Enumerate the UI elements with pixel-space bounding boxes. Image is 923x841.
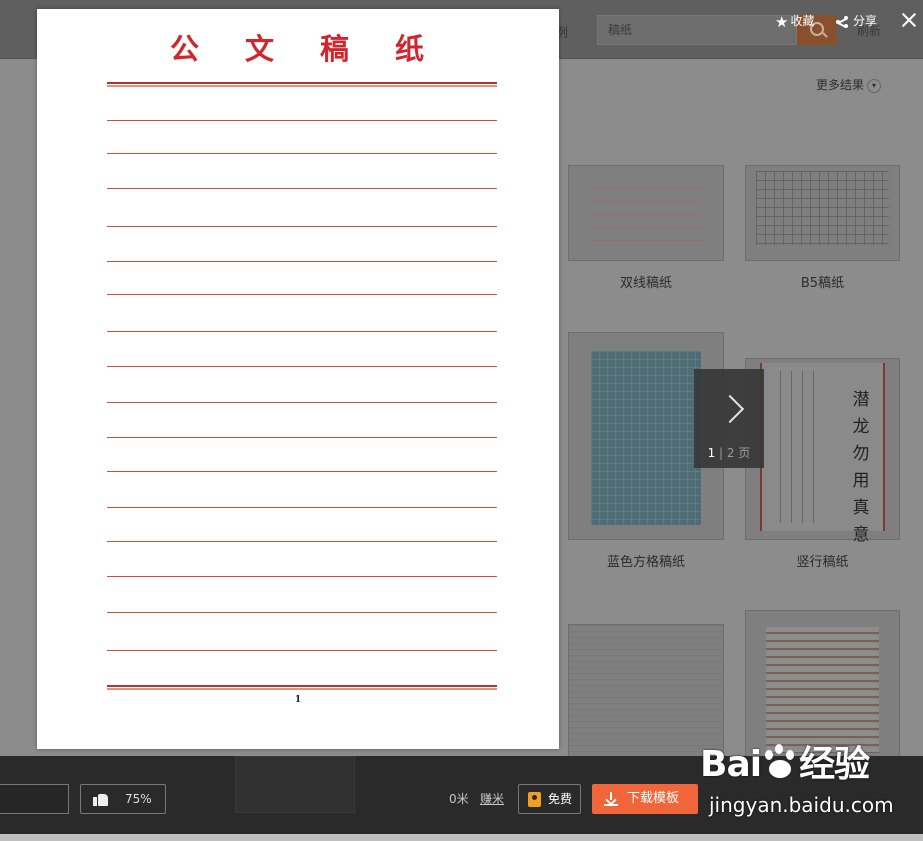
more-results-dropdown[interactable]: 更多结果 ▾ [816, 76, 882, 93]
rule-line [107, 120, 497, 121]
card-thumbnail [591, 351, 701, 525]
rule-line [107, 437, 497, 438]
close-icon[interactable] [900, 11, 918, 29]
watermark-logo: Bai 经验 [700, 744, 870, 785]
download-label: 下载模板 [627, 791, 680, 806]
card-thumbnail [756, 171, 889, 245]
favorite-label: 收藏 [790, 14, 815, 28]
rule-line [107, 188, 497, 189]
chevron-right-icon [715, 394, 745, 424]
like-button[interactable]: 75% [80, 784, 166, 814]
card-thumbnail: 潜 龙 勿 用 真 意 [760, 363, 885, 545]
rule-line [107, 576, 497, 577]
template-card[interactable] [745, 165, 900, 261]
rule-line [107, 226, 497, 227]
free-label: 免费 [548, 792, 573, 806]
background-search-input[interactable]: 稿纸 [597, 15, 797, 45]
rule-line [107, 507, 497, 508]
next-page-button[interactable]: 1 | 2 页 [694, 369, 764, 468]
card-label[interactable]: B5稿纸 [745, 272, 900, 291]
document-page-number: 1 [294, 695, 302, 705]
card-label[interactable]: 蓝色方格稿纸 [568, 551, 724, 570]
earn-rice-link[interactable]: 赚米 [480, 790, 504, 807]
thumbs-up-icon [93, 792, 109, 806]
card-label[interactable]: 竖行稿纸 [745, 551, 900, 570]
template-card[interactable]: 潜 龙 勿 用 真 意 [745, 358, 900, 545]
favorite-button[interactable]: ★ 收藏 [775, 12, 815, 31]
card-label[interactable]: 双线稿纸 [568, 272, 724, 291]
template-card[interactable] [568, 165, 724, 261]
rule-line [107, 612, 497, 613]
document-preview: 公文稿纸 1 [37, 9, 559, 749]
share-label: 分享 [853, 14, 878, 28]
rule-line [107, 82, 497, 84]
rule-line [107, 366, 497, 367]
baidu-jingyan-watermark: Bai 经验 jingyan.baidu.com [700, 735, 923, 825]
more-results-label: 更多结果 [816, 78, 865, 92]
download-template-button[interactable]: 下载模板 [592, 784, 698, 814]
calligraphy-text: 潜 龙 勿 用 真 意 [852, 390, 870, 545]
chevron-down-icon: ▾ [867, 78, 882, 93]
watermark-url: jingyan.baidu.com [709, 793, 894, 817]
share-icon [835, 15, 849, 29]
bottom-strip [0, 834, 923, 841]
rule-line [107, 650, 497, 651]
card-thumbnail [589, 176, 703, 250]
free-badge-icon [528, 792, 541, 807]
page-indicator: 1 | 2 页 [707, 446, 751, 460]
rule-line [107, 331, 497, 332]
free-button[interactable]: 免费 [518, 784, 581, 814]
rule-line [107, 471, 497, 472]
rule-line [107, 685, 497, 687]
document-title: 公文稿纸 [169, 32, 427, 66]
paw-icon [761, 744, 799, 780]
share-button[interactable]: 分享 [835, 12, 877, 30]
like-percent: 75% [125, 792, 152, 806]
rule-line [107, 261, 497, 262]
comment-input[interactable] [0, 784, 69, 814]
rule-line [107, 541, 497, 542]
rice-count: 0米 [449, 792, 469, 806]
background-card-shadow [235, 756, 355, 813]
rule-line [107, 402, 497, 403]
rule-line [107, 294, 497, 295]
rule-line [107, 153, 497, 154]
star-icon: ★ [775, 12, 789, 31]
